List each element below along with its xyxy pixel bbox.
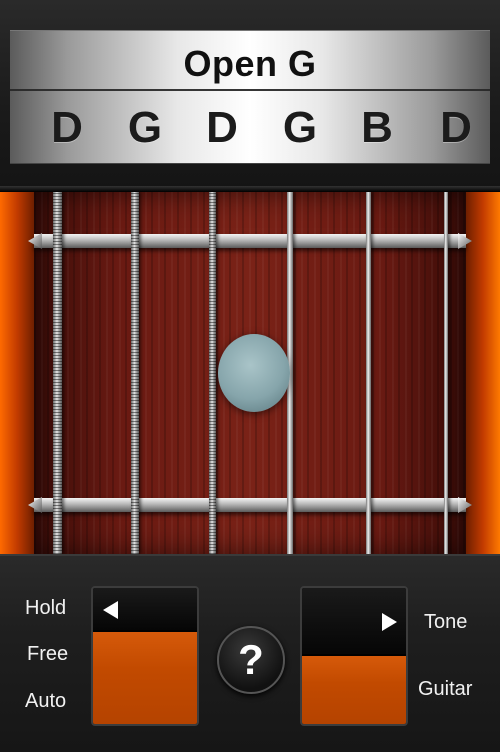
left-glow xyxy=(0,192,38,554)
sound-label-tone[interactable]: Tone xyxy=(424,611,467,634)
control-panel: Hold Free Auto ? Tone Guitar xyxy=(0,554,500,752)
mode-switch-knob[interactable] xyxy=(93,630,197,724)
left-arrow-icon xyxy=(103,601,118,619)
string-note-5: B xyxy=(361,103,393,152)
fret-2 xyxy=(34,498,466,512)
help-button[interactable]: ? xyxy=(217,626,285,694)
string-note-2: G xyxy=(127,103,163,152)
mode-label-hold[interactable]: Hold xyxy=(25,597,66,620)
mode-switch-track xyxy=(93,588,197,632)
guitar-string-5[interactable] xyxy=(366,192,371,554)
fret-1 xyxy=(34,234,466,248)
mode-label-auto[interactable]: Auto xyxy=(25,690,66,713)
string-note-6: D xyxy=(440,103,472,152)
string-note-4: G xyxy=(282,103,318,152)
pick-marker[interactable] xyxy=(218,334,290,412)
mode-label-free[interactable]: Free xyxy=(27,643,68,666)
guitar-string-6[interactable] xyxy=(444,192,448,554)
right-arrow-icon xyxy=(382,613,397,631)
sound-switch-knob[interactable] xyxy=(302,654,406,724)
string-note-1: D xyxy=(51,103,83,152)
string-notes: D G D G B D xyxy=(10,103,490,159)
guitar-string-2[interactable] xyxy=(131,192,139,554)
right-glow xyxy=(462,192,500,554)
fretboard[interactable] xyxy=(0,192,500,554)
tuning-name: Open G xyxy=(183,43,317,84)
sound-switch-track xyxy=(302,588,406,656)
sound-switch[interactable] xyxy=(300,586,408,726)
tuning-display-panel: Open G D G D G B D xyxy=(0,0,500,192)
mode-switch[interactable] xyxy=(91,586,199,726)
guitar-string-1[interactable] xyxy=(53,192,62,554)
string-note-3: D xyxy=(206,103,238,152)
guitar-string-3[interactable] xyxy=(209,192,216,554)
tuning-display[interactable]: Open G D G D G B D xyxy=(10,30,490,164)
display-divider xyxy=(10,89,490,91)
sound-label-guitar[interactable]: Guitar xyxy=(418,678,472,701)
